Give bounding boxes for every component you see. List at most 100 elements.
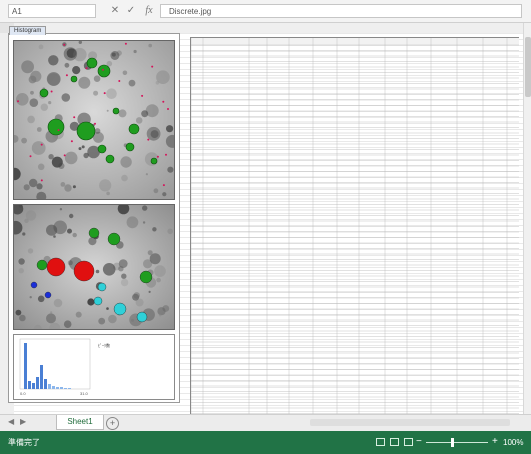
background-particle xyxy=(110,51,120,60)
formula-bar: A1 ✕ ✓ fx Discrete.jpg xyxy=(0,0,531,23)
background-particle xyxy=(120,278,129,287)
horizontal-scrollbar[interactable] xyxy=(310,419,510,426)
background-particle xyxy=(38,44,44,50)
background-particle xyxy=(59,208,63,211)
background-particle xyxy=(25,210,37,221)
background-particle xyxy=(58,162,65,169)
results-table[interactable] xyxy=(190,37,519,415)
small-particle-marker xyxy=(65,74,68,77)
embedded-image[interactable]: Histogram 0.0 31.0 ﾋﾟｰｸ数 xyxy=(8,26,180,403)
detected-particle xyxy=(47,118,65,136)
background-particle xyxy=(95,269,100,274)
background-particle xyxy=(29,178,38,188)
sheet-tab-strip: ◀ ▶ Sheet1 + xyxy=(0,414,531,431)
background-particle xyxy=(126,216,139,229)
background-particle xyxy=(64,184,72,192)
zoom-out-icon[interactable]: − xyxy=(416,436,422,448)
histogram-bar xyxy=(40,365,43,389)
background-particle xyxy=(152,227,157,232)
particle-image-top xyxy=(13,40,175,200)
page-break-view-icon[interactable] xyxy=(404,438,413,446)
background-particle xyxy=(157,307,166,316)
background-particle xyxy=(48,55,59,66)
detected-particle xyxy=(128,123,140,135)
background-particle xyxy=(108,314,117,324)
classified-particle xyxy=(46,257,66,277)
background-particle xyxy=(67,228,72,234)
background-particle xyxy=(36,183,43,190)
cancel-icon[interactable]: ✕ xyxy=(108,4,122,18)
background-particle xyxy=(50,311,53,314)
hist-axis-right: 31.0 xyxy=(80,391,89,396)
small-particle-marker xyxy=(70,140,73,143)
background-particle xyxy=(46,224,58,236)
zoom-in-icon[interactable]: + xyxy=(492,436,498,448)
normal-view-icon[interactable] xyxy=(376,438,385,446)
vertical-scrollbar[interactable] xyxy=(523,23,531,414)
vertical-scroll-thumb[interactable] xyxy=(525,37,531,97)
small-particle-marker xyxy=(162,100,165,103)
background-particle xyxy=(64,62,70,68)
background-particle xyxy=(141,110,149,118)
sheet-tab-sheet1[interactable]: Sheet1 xyxy=(56,415,104,430)
tab-scroll-left-icon[interactable]: ◀ xyxy=(8,417,14,426)
histogram-bar xyxy=(44,379,47,389)
background-particle xyxy=(36,127,42,132)
status-ready-text: 準備完了 xyxy=(8,438,40,447)
small-particle-marker xyxy=(63,154,66,157)
background-particle xyxy=(23,184,30,191)
small-particle-marker xyxy=(167,108,169,110)
background-particle xyxy=(118,109,127,118)
formula-input[interactable]: Discrete.jpg xyxy=(160,4,522,18)
background-particle xyxy=(154,265,166,277)
small-particle-marker xyxy=(103,92,106,95)
background-particle xyxy=(81,145,85,149)
add-sheet-icon[interactable]: + xyxy=(106,417,119,430)
background-particle xyxy=(78,76,91,89)
background-particle xyxy=(75,311,82,318)
detected-particle xyxy=(105,154,115,164)
small-particle-marker xyxy=(118,80,121,82)
classified-particle xyxy=(73,260,95,282)
background-particle xyxy=(142,205,148,211)
detected-particle xyxy=(112,107,120,115)
small-particle-marker xyxy=(63,43,66,46)
name-box[interactable]: A1 xyxy=(8,4,96,18)
background-particle xyxy=(19,314,26,322)
histogram-bar xyxy=(52,386,55,389)
classified-particle xyxy=(36,259,48,271)
insert-function-icon[interactable]: fx xyxy=(142,4,156,18)
background-particle xyxy=(133,49,137,54)
detected-particle xyxy=(76,121,96,141)
hist-axis-left: 0.0 xyxy=(20,391,26,396)
detected-particle xyxy=(70,75,78,83)
background-particle xyxy=(147,250,153,256)
background-particle xyxy=(128,79,136,87)
background-particle xyxy=(29,98,39,107)
background-particle xyxy=(156,70,170,84)
background-particle xyxy=(166,125,174,133)
background-particle xyxy=(31,141,46,155)
page-layout-view-icon[interactable] xyxy=(390,438,399,446)
background-particle xyxy=(98,317,106,325)
background-particle xyxy=(156,277,161,283)
tab-scroll-right-icon[interactable]: ▶ xyxy=(20,417,26,426)
background-particle xyxy=(162,192,167,197)
zoom-level[interactable]: 100% xyxy=(503,437,523,448)
small-particle-marker xyxy=(50,90,53,93)
background-particle xyxy=(40,103,48,111)
background-particle xyxy=(93,75,101,82)
background-particle xyxy=(122,70,128,76)
background-particle xyxy=(18,258,25,265)
enter-icon[interactable]: ✓ xyxy=(124,4,138,18)
zoom-slider-knob[interactable] xyxy=(451,438,454,447)
background-particle xyxy=(102,263,116,276)
embedded-image-tab[interactable]: Histogram xyxy=(9,26,47,35)
background-particle xyxy=(106,307,109,310)
small-particle-marker xyxy=(151,65,154,68)
background-particle xyxy=(118,266,124,272)
background-particle xyxy=(87,298,95,306)
zoom-slider[interactable] xyxy=(426,442,488,443)
background-particle xyxy=(21,137,27,144)
classified-particle xyxy=(139,270,153,284)
